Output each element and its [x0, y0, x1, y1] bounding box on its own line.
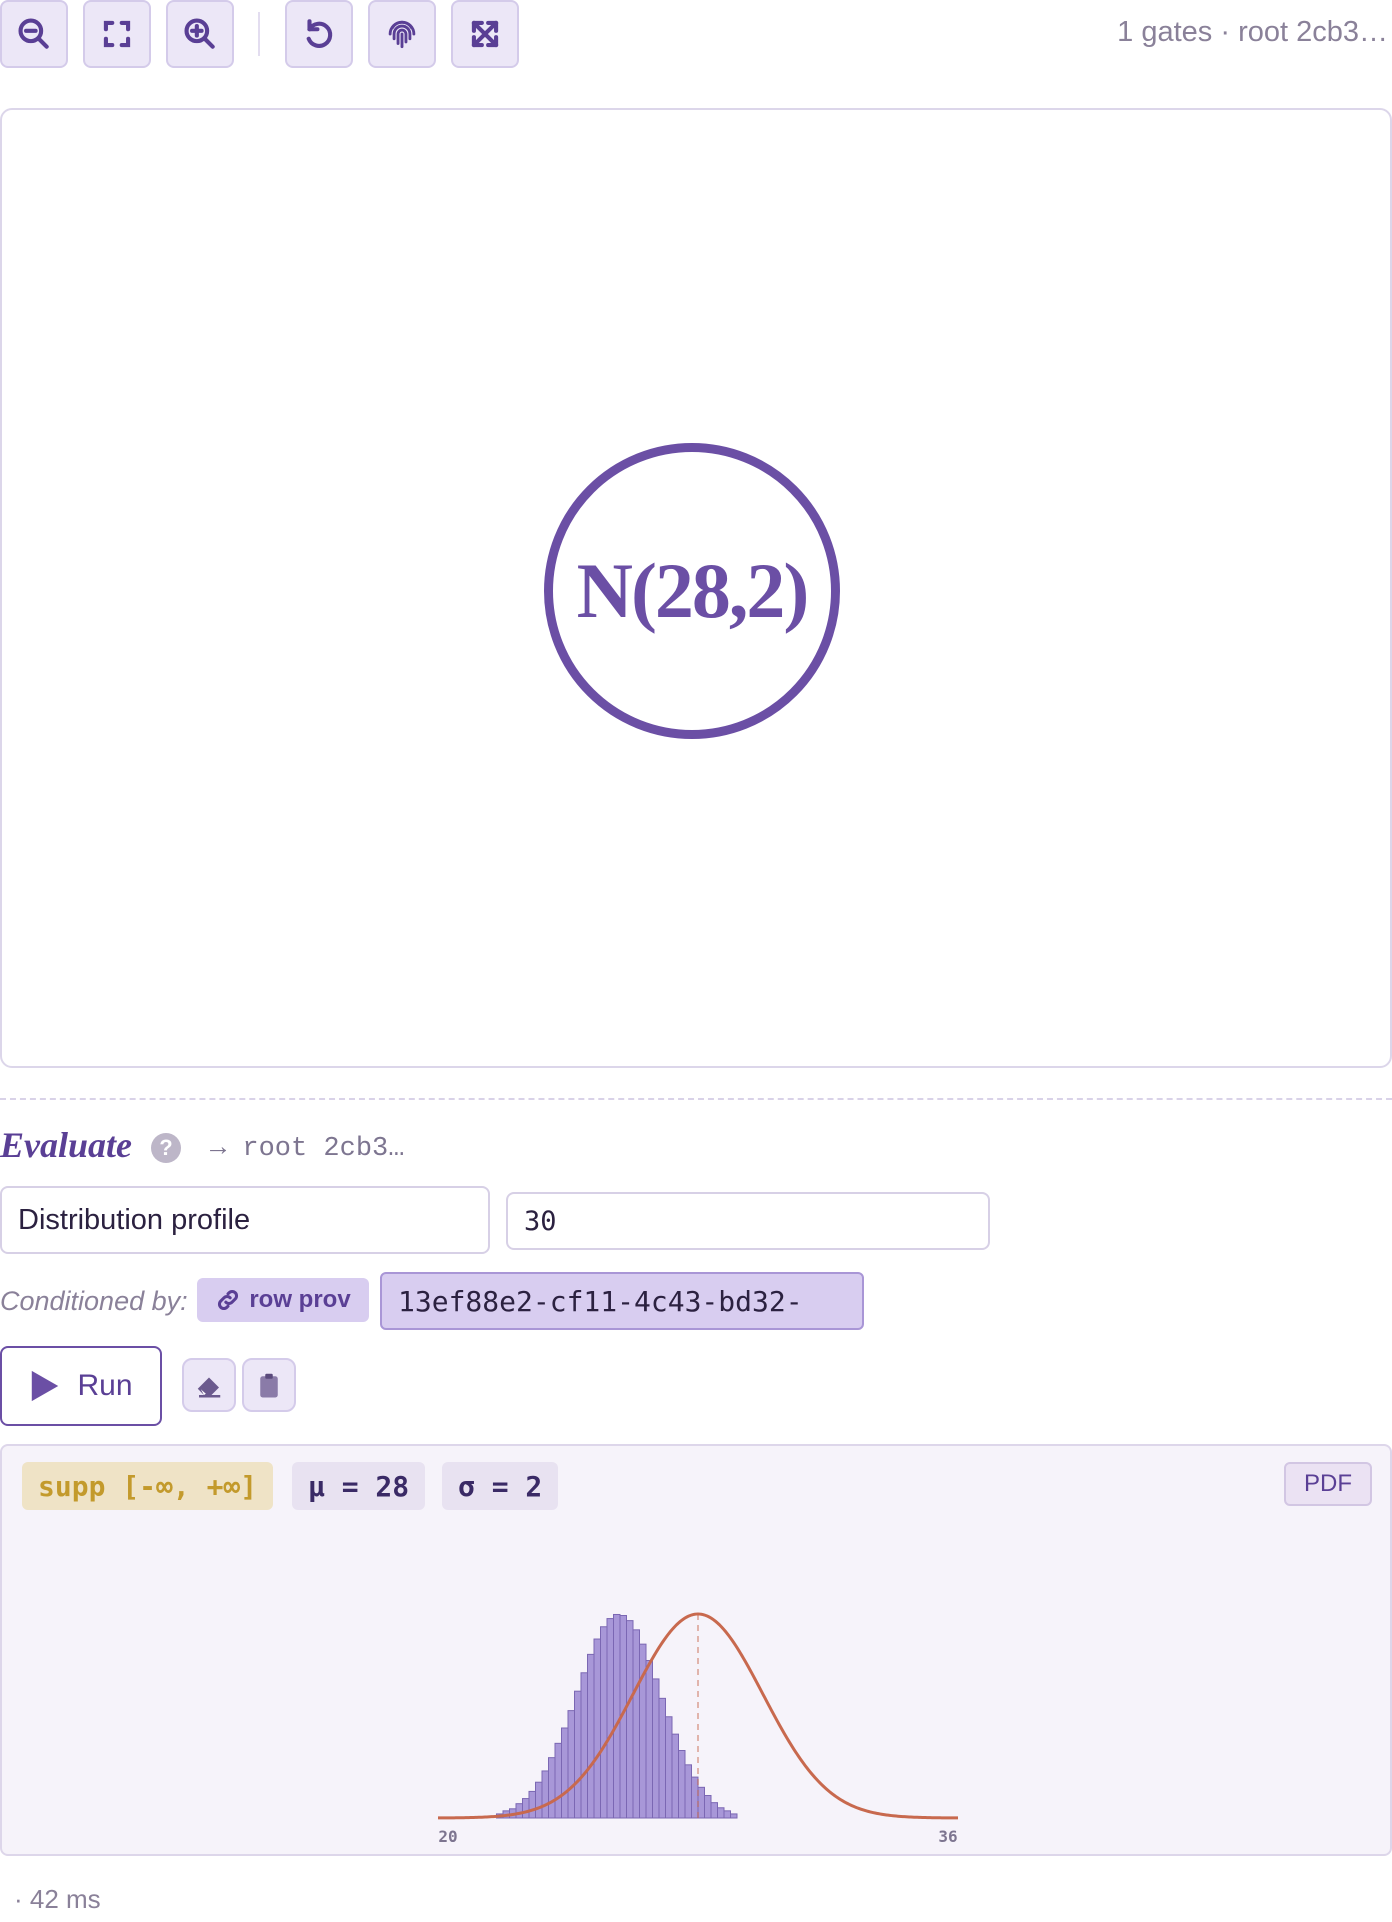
undo-icon — [306, 19, 333, 48]
histogram-bar — [697, 1786, 705, 1819]
run-button[interactable]: Run — [0, 1346, 162, 1426]
row-prov-button[interactable]: row prov — [197, 1278, 369, 1322]
eraser-icon — [197, 1377, 221, 1398]
distribution-chart: 20 36 — [437, 1612, 959, 1846]
histogram-bar — [587, 1653, 595, 1819]
fit-button[interactable] — [83, 0, 151, 68]
zoom-in-icon — [184, 18, 215, 49]
gate-node[interactable]: N(28,2) — [544, 443, 840, 739]
histogram-bar — [561, 1727, 569, 1819]
section-divider — [0, 1098, 1392, 1100]
histogram-bar — [671, 1733, 679, 1819]
evaluate-title: Evaluate — [0, 1125, 132, 1165]
toolbar-separator — [258, 12, 260, 56]
evaluate-root: → root 2cb3… — [210, 1134, 405, 1164]
timing-label: · 42 ms — [14, 1884, 101, 1914]
histogram-bar — [567, 1710, 575, 1819]
fingerprint-button[interactable] — [368, 0, 436, 68]
histogram-bar — [548, 1757, 556, 1819]
histogram-bar — [606, 1618, 614, 1819]
histogram-bar — [522, 1798, 530, 1819]
histogram-bar — [684, 1764, 692, 1819]
gate-node-label: N(28,2) — [576, 547, 810, 634]
link-icon — [218, 1289, 239, 1311]
row-prov-label: row prov — [249, 1286, 351, 1313]
x-tick-label: 20 — [438, 1827, 457, 1846]
histogram-bar — [665, 1716, 673, 1819]
histogram-bar — [652, 1678, 660, 1819]
sigma-badge: σ = 2 — [442, 1462, 559, 1510]
histogram-bar — [554, 1742, 562, 1819]
result-panel: supp [-∞, +∞] μ = 28 σ = 2 PDF 20 36 — [0, 1444, 1392, 1856]
evaluation-value-input[interactable] — [506, 1192, 990, 1250]
histogram-bar — [730, 1813, 738, 1819]
semiring-select-value: Distribution profile — [18, 1203, 251, 1236]
histogram-bar — [515, 1803, 523, 1819]
x-tick-label: 36 — [938, 1827, 957, 1846]
mean-badge: μ = 28 — [292, 1462, 426, 1510]
histogram-bar — [645, 1660, 653, 1819]
histogram-bar — [574, 1690, 582, 1819]
histogram-bar — [600, 1626, 608, 1819]
copy-button[interactable] — [242, 1358, 296, 1412]
fingerprint-icon — [388, 20, 416, 49]
run-label: Run — [77, 1369, 133, 1402]
histogram-bar — [535, 1781, 543, 1819]
histogram-bar — [723, 1810, 731, 1819]
histogram-bar — [580, 1672, 588, 1819]
clipboard-icon — [260, 1373, 278, 1398]
histogram-bar — [632, 1629, 640, 1819]
histogram-bar — [704, 1795, 712, 1819]
reset-button[interactable] — [285, 0, 353, 68]
histogram-bar — [678, 1750, 686, 1819]
histogram-bar — [658, 1697, 666, 1819]
zoom-out-button[interactable] — [0, 0, 68, 68]
conditioned-by-label: Conditioned by: — [0, 1286, 188, 1316]
pdf-button[interactable]: PDF — [1284, 1462, 1372, 1506]
support-badge: supp [-∞, +∞] — [22, 1462, 274, 1510]
semiring-select[interactable]: Distribution profile — [0, 1186, 490, 1254]
histogram-bar — [626, 1620, 634, 1819]
graph-canvas[interactable]: N(28,2) — [0, 108, 1392, 1068]
clear-button[interactable] — [182, 1358, 236, 1412]
histogram-bar — [717, 1807, 725, 1819]
histogram-bar — [541, 1770, 549, 1819]
histogram-bar — [528, 1790, 536, 1819]
fit-screen-icon — [103, 20, 131, 48]
histogram-bar — [710, 1802, 718, 1819]
conditioned-by-input[interactable] — [380, 1272, 864, 1330]
histogram-bar — [613, 1613, 621, 1819]
histogram-bar — [593, 1638, 601, 1819]
zoom-in-button[interactable] — [166, 0, 234, 68]
play-icon — [32, 1370, 59, 1402]
graph-meta: 1 gates · root 2cb3… — [1117, 16, 1388, 48]
histogram-bar — [691, 1776, 699, 1819]
fullscreen-button[interactable] — [451, 0, 519, 68]
expand-arrows-icon — [471, 20, 499, 48]
zoom-out-icon — [18, 18, 49, 49]
help-icon[interactable]: ? — [151, 1133, 181, 1163]
